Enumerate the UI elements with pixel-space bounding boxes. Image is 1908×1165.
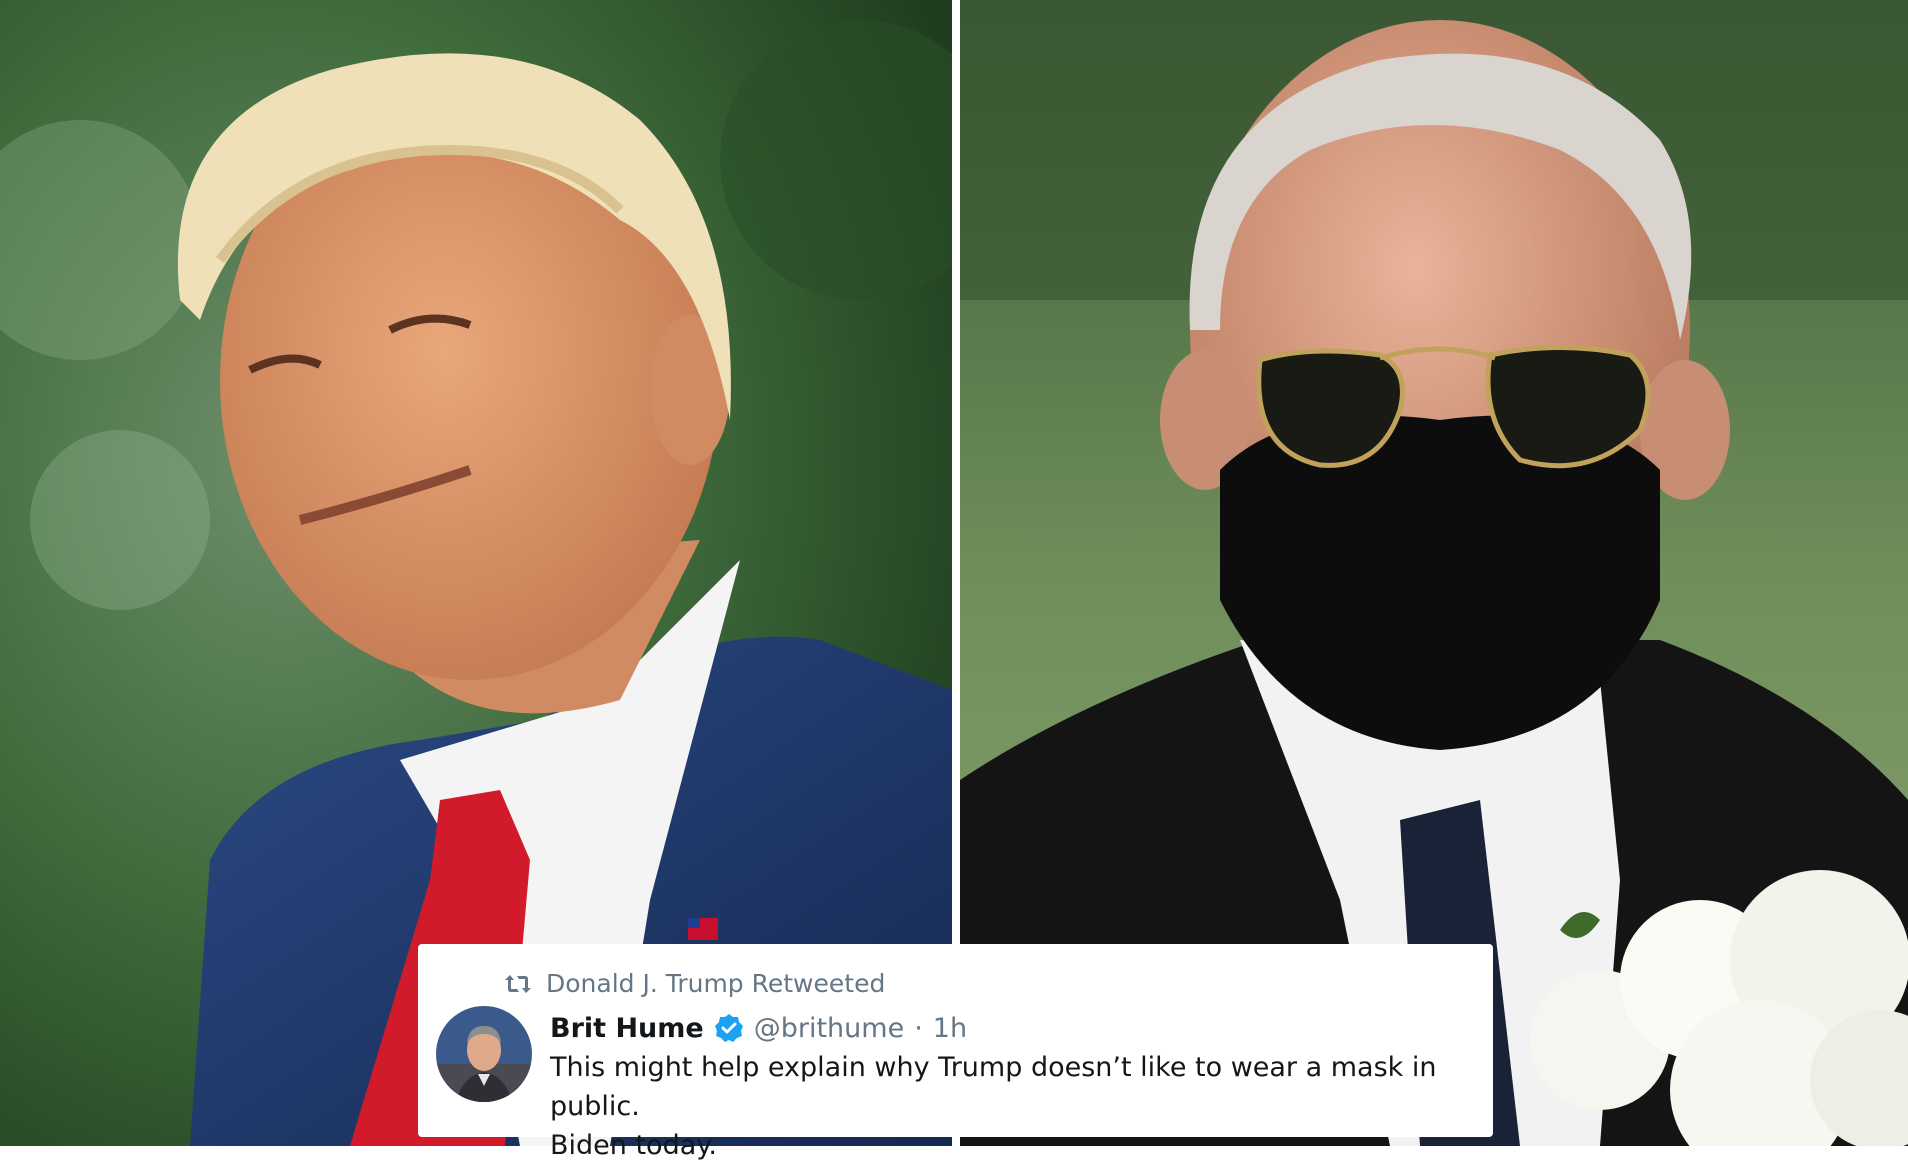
- author-name[interactable]: Brit Hume: [550, 1013, 704, 1044]
- retweet-label: Donald J. Trump Retweeted: [546, 968, 886, 998]
- avatar[interactable]: [436, 1006, 532, 1102]
- verified-badge-icon: [714, 1013, 744, 1043]
- retweet-icon: [504, 972, 532, 994]
- tweet-card[interactable]: Donald J. Trump Retweeted Brit Hume @bri…: [418, 944, 1493, 1161]
- tweet-text: This might help explain why Trump doesn’…: [550, 1052, 1437, 1161]
- author-handle[interactable]: @brithume: [754, 1013, 904, 1044]
- tweet-timestamp[interactable]: 1h: [933, 1013, 967, 1044]
- retweet-context: Donald J. Trump Retweeted: [504, 968, 885, 998]
- author-row: Brit Hume @brithume · 1h: [550, 1008, 967, 1048]
- meta-separator: ·: [914, 1012, 923, 1044]
